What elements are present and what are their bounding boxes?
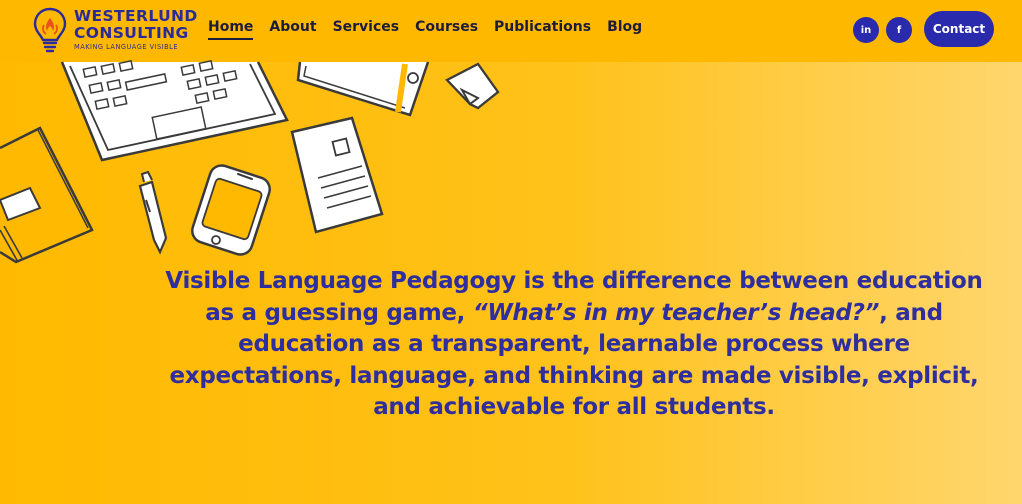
nav-courses[interactable]: Courses [415, 19, 478, 40]
nav-blog[interactable]: Blog [607, 19, 642, 40]
nav-about[interactable]: About [269, 19, 316, 40]
linkedin-icon[interactable]: in [853, 17, 879, 43]
logo[interactable]: WESTERLUND CONSULTING MAKING LANGUAGE VI… [33, 6, 198, 56]
main-nav: Home About Services Courses Publications… [208, 19, 642, 40]
sticky-note-icon [445, 62, 500, 110]
nav-home[interactable]: Home [208, 19, 254, 40]
contact-button[interactable]: Contact [924, 11, 994, 47]
document-icon [290, 116, 384, 234]
nav-services[interactable]: Services [333, 19, 400, 40]
desk-illustration [0, 59, 500, 264]
laptop-icon [60, 59, 289, 162]
brand-name-line2: CONSULTING [74, 24, 189, 42]
phone-icon [191, 164, 271, 256]
pen-icon [138, 170, 168, 255]
brand-name-line1: WESTERLUND [74, 7, 198, 25]
brand-tagline: MAKING LANGUAGE VISIBLE [74, 43, 179, 51]
book-icon [0, 126, 94, 264]
hero-statement: Visible Language Pedagogy is the differe… [150, 266, 998, 424]
notebook-icon [296, 61, 430, 117]
hero-quote: “What’s in my teacher’s head?” [472, 299, 880, 326]
lightbulb-logo-icon [33, 7, 67, 53]
facebook-icon[interactable]: f [886, 17, 912, 43]
nav-publications[interactable]: Publications [494, 19, 591, 40]
site-header: WESTERLUND CONSULTING MAKING LANGUAGE VI… [0, 0, 1022, 62]
